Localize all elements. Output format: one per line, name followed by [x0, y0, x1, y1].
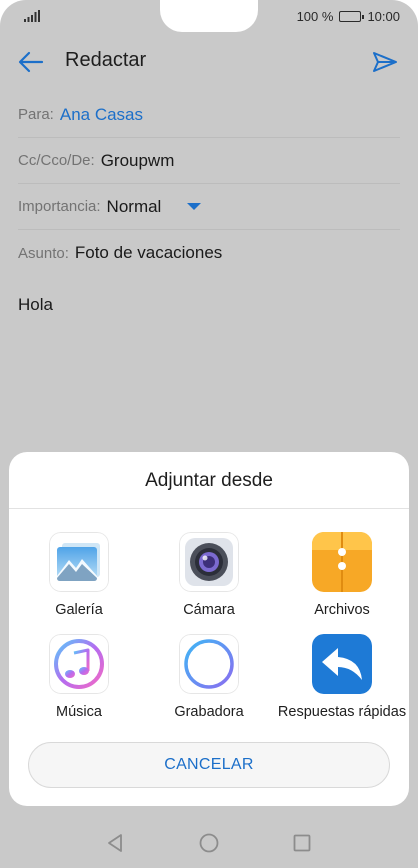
status-bar: 100 % 10:00: [0, 0, 418, 34]
importance-value[interactable]: Normal: [107, 197, 162, 217]
page-title: Redactar: [65, 49, 147, 71]
dropdown-arrow-icon[interactable]: [187, 203, 202, 210]
sheet-divider: [9, 508, 409, 509]
attach-option-label: Cámara: [183, 602, 235, 618]
attach-option-label: Música: [56, 704, 102, 720]
battery-percent: 100 %: [296, 9, 334, 24]
subject-field[interactable]: Asunto: Foto de vacaciones: [18, 230, 400, 276]
triangle-back-icon: [108, 834, 122, 852]
attach-option-files[interactable]: Archivos: [272, 532, 412, 630]
to-label: Para:: [18, 106, 54, 123]
attach-option-quick-replies[interactable]: Respuestas rápidas: [272, 634, 412, 732]
recorder-icon: [179, 634, 239, 694]
cc-label: Cc/Cco/De:: [18, 152, 95, 169]
camera-icon: [179, 532, 239, 592]
clock: 10:00: [367, 9, 400, 24]
attach-option-label: Grabadora: [174, 704, 244, 720]
subject-label: Asunto:: [18, 244, 69, 262]
subject-value[interactable]: Foto de vacaciones: [75, 243, 222, 263]
square-recents-icon: [293, 834, 311, 852]
screen: 100 % 10:00 Redactar Para: Ana Casas Cc/…: [0, 0, 418, 868]
message-body[interactable]: Hola: [18, 295, 53, 315]
cc-field[interactable]: Cc/Cco/De: Groupwm: [18, 138, 400, 184]
status-right: 100 % 10:00: [297, 9, 400, 24]
files-icon: [312, 532, 372, 592]
send-button[interactable]: [370, 48, 400, 76]
gallery-icon: [49, 532, 109, 592]
attach-option-gallery[interactable]: Galería: [9, 532, 149, 630]
signal-icon: [24, 10, 40, 22]
sheet-title: Adjuntar desde: [145, 470, 273, 491]
back-button[interactable]: [16, 48, 46, 76]
cancel-button[interactable]: CANCELAR: [28, 742, 390, 788]
battery-icon: [339, 11, 365, 22]
attach-option-camera[interactable]: Cámara: [139, 532, 279, 630]
to-field[interactable]: Para: Ana Casas: [18, 92, 400, 138]
cc-value: Groupwm: [100, 150, 175, 170]
to-recipient[interactable]: Ana Casas: [60, 105, 143, 125]
attach-sheet: Adjuntar desde Galería Cámara Archivos M…: [9, 452, 409, 806]
circle-home-icon: [199, 833, 219, 853]
importance-label: Importancia:: [18, 198, 101, 215]
attach-option-label: Respuestas rápidas: [277, 704, 407, 720]
send-icon: [373, 52, 397, 72]
importance-field[interactable]: Importancia: Normal: [18, 184, 400, 230]
arrow-left-icon: [18, 51, 44, 73]
app-bar: Redactar: [0, 36, 418, 88]
navigation-bar: [0, 818, 418, 868]
quick-reply-icon: [312, 634, 372, 694]
nav-back-button[interactable]: [104, 832, 126, 854]
music-icon: [49, 634, 109, 694]
attach-option-label: Galería: [55, 602, 103, 618]
attach-option-music[interactable]: Música: [9, 634, 149, 732]
nav-recents-button[interactable]: [291, 832, 313, 854]
attach-option-recorder[interactable]: Grabadora: [139, 634, 279, 732]
nav-home-button[interactable]: [198, 832, 220, 854]
attach-option-label: Archivos: [314, 602, 370, 618]
